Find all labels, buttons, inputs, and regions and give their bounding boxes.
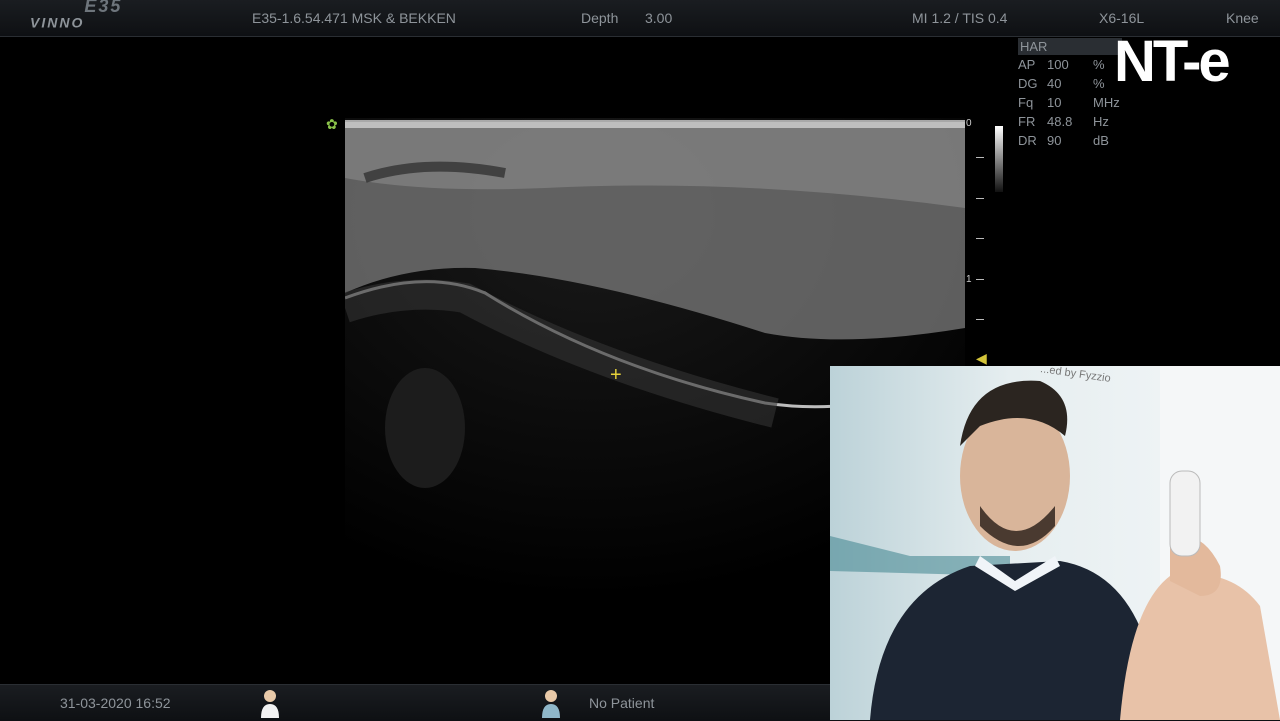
- param-row: Fq 10 MHz: [1018, 95, 1120, 110]
- preset-label: E35-1.6.54.471 MSK & BEKKEN: [252, 10, 456, 26]
- param-row: DR 90 dB: [1018, 133, 1109, 148]
- exam-label: Knee: [1226, 10, 1259, 26]
- depth-label: Depth: [581, 10, 619, 26]
- depth-tick: [976, 238, 984, 239]
- grayscale-bar: [995, 126, 1003, 192]
- datetime: 31-03-2020 16:52: [60, 695, 171, 711]
- depth-tick: [976, 319, 984, 320]
- top-status-bar: VINNOE35 E35-1.6.54.471 MSK & BEKKEN Dep…: [0, 0, 1280, 37]
- operator-icon[interactable]: [259, 688, 281, 718]
- mi-tis-readout: MI 1.2 / TIS 0.4: [912, 10, 1008, 26]
- depth-scale-zero: 0: [966, 118, 972, 129]
- patient-name: No Patient: [589, 695, 655, 711]
- orientation-marker-icon: ✿: [326, 116, 338, 132]
- probe-label: X6-16L: [1099, 10, 1145, 26]
- depth-tick: [976, 157, 984, 158]
- depth-tick: [976, 279, 984, 280]
- depth-scale-one: 1: [966, 274, 972, 285]
- vinno-logo: VINNOE35: [30, 0, 123, 31]
- webcam-overlay: ...ed by Fyzzio: [830, 366, 1280, 720]
- focus-marker-icon: ◀: [976, 350, 987, 366]
- depth-tick: [976, 198, 984, 199]
- caliper-crosshair-icon[interactable]: +: [610, 364, 622, 387]
- patient-icon[interactable]: [540, 688, 562, 718]
- depth-value: 3.00: [645, 10, 673, 26]
- har-mode-label: HAR: [1018, 38, 1122, 55]
- param-row: FR 48.8 Hz: [1018, 114, 1109, 129]
- webcam-video: [830, 366, 1280, 720]
- nte-watermark-logo: NT-e: [1114, 29, 1231, 94]
